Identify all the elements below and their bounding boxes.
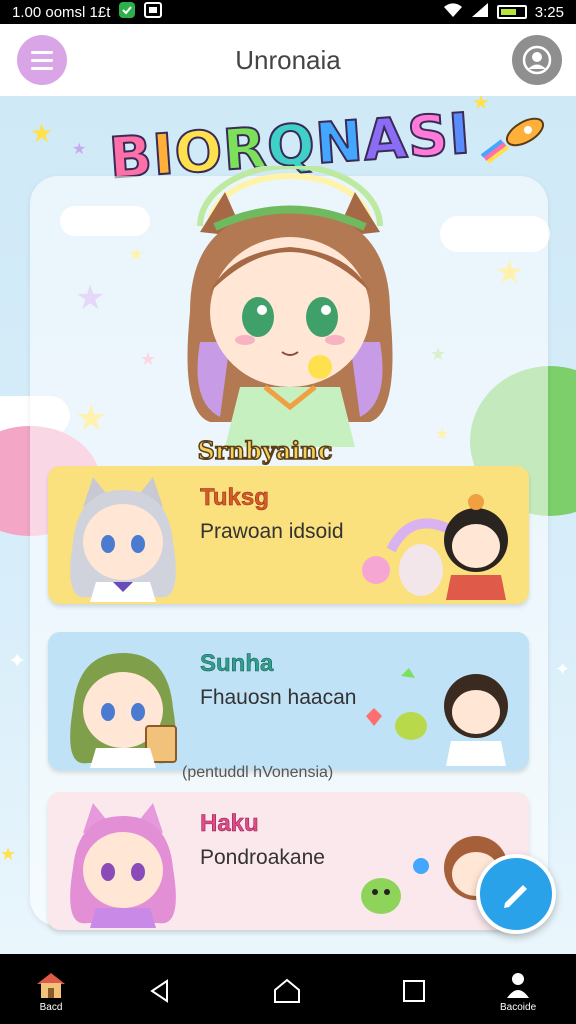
status-time-text: 1.00 oomsl 1£t bbox=[12, 3, 111, 21]
nav-home-circle-button[interactable] bbox=[272, 978, 302, 1004]
hamburger-icon bbox=[31, 50, 53, 54]
status-bar: 1.00 oomsl 1£t 3:25 bbox=[0, 0, 576, 24]
status-clock: 3:25 bbox=[534, 3, 564, 21]
logo-letter: S bbox=[404, 102, 452, 172]
user-icon bbox=[507, 973, 530, 998]
hero-subtitle: Srnbyainc bbox=[197, 435, 333, 466]
companion-characters-image bbox=[362, 494, 508, 600]
star-decoration: ★ bbox=[72, 139, 87, 158]
menu-button[interactable] bbox=[17, 35, 67, 85]
star-decoration: ★ bbox=[0, 844, 17, 865]
character-description: Fhauosn haacan bbox=[200, 686, 357, 709]
star-decoration: ★ bbox=[30, 119, 54, 149]
character-name: Tuksg bbox=[200, 484, 269, 512]
edit-fab-button[interactable] bbox=[476, 854, 556, 934]
character-description: Pondroakane bbox=[200, 846, 325, 869]
logo-letter: I bbox=[446, 100, 474, 168]
battery-icon bbox=[496, 5, 527, 19]
caption-text: (pentuddl hVonensia) bbox=[182, 764, 334, 781]
character-avatar bbox=[70, 803, 176, 928]
home-icon bbox=[37, 973, 65, 998]
companion-characters-image bbox=[366, 668, 508, 766]
character-description: Prawoan idsoid bbox=[200, 520, 344, 543]
character-name: Sunha bbox=[200, 650, 274, 678]
hamburger-line bbox=[31, 58, 53, 62]
character-card-3[interactable]: Haku Pondroakane bbox=[48, 792, 529, 930]
shield-icon bbox=[118, 1, 136, 23]
circle-home-icon bbox=[274, 978, 300, 1003]
nav-profile-button[interactable]: Bacoide bbox=[500, 970, 536, 1013]
nav-home-label: Bacd bbox=[39, 1002, 63, 1013]
wifi-icon bbox=[443, 2, 463, 22]
signal-icon bbox=[471, 2, 489, 22]
character-avatar bbox=[70, 477, 176, 602]
pencil-icon bbox=[504, 885, 527, 908]
character-name: Haku bbox=[200, 810, 259, 838]
rocket-icon bbox=[480, 117, 545, 164]
nav-profile-label: Bacoide bbox=[500, 1002, 537, 1013]
character-avatar bbox=[70, 653, 177, 768]
nav-back-button[interactable] bbox=[147, 978, 173, 1004]
main-scene: ★ ★ ★ ★ ★ ★ ★ ★ ★ ★ ★ ✦ ✦ BIORQNASI bbox=[0, 96, 576, 954]
square-recent-icon bbox=[403, 980, 425, 1002]
star-decoration: ✦ bbox=[8, 649, 27, 674]
gallery-icon bbox=[144, 2, 163, 22]
user-icon bbox=[522, 45, 552, 75]
logo-letter: A bbox=[360, 105, 411, 175]
back-icon bbox=[150, 979, 168, 1003]
star-decoration: ✦ bbox=[555, 659, 571, 680]
character-card-1[interactable]: Tuksg Prawoan idsoid bbox=[48, 466, 529, 604]
hamburger-line bbox=[31, 66, 53, 70]
hero-character-image bbox=[187, 192, 393, 447]
character-card-2[interactable]: Sunha Fhauosn haacan bbox=[48, 632, 529, 770]
bottom-nav-bar: Bacd Bacoide bbox=[0, 954, 576, 1024]
profile-button[interactable] bbox=[512, 35, 562, 85]
app-header: Unronaia bbox=[0, 24, 576, 96]
nav-home-button[interactable]: Bacd bbox=[34, 970, 68, 1013]
app-title: Unronaia bbox=[235, 44, 341, 75]
nav-recent-button[interactable] bbox=[401, 978, 427, 1004]
